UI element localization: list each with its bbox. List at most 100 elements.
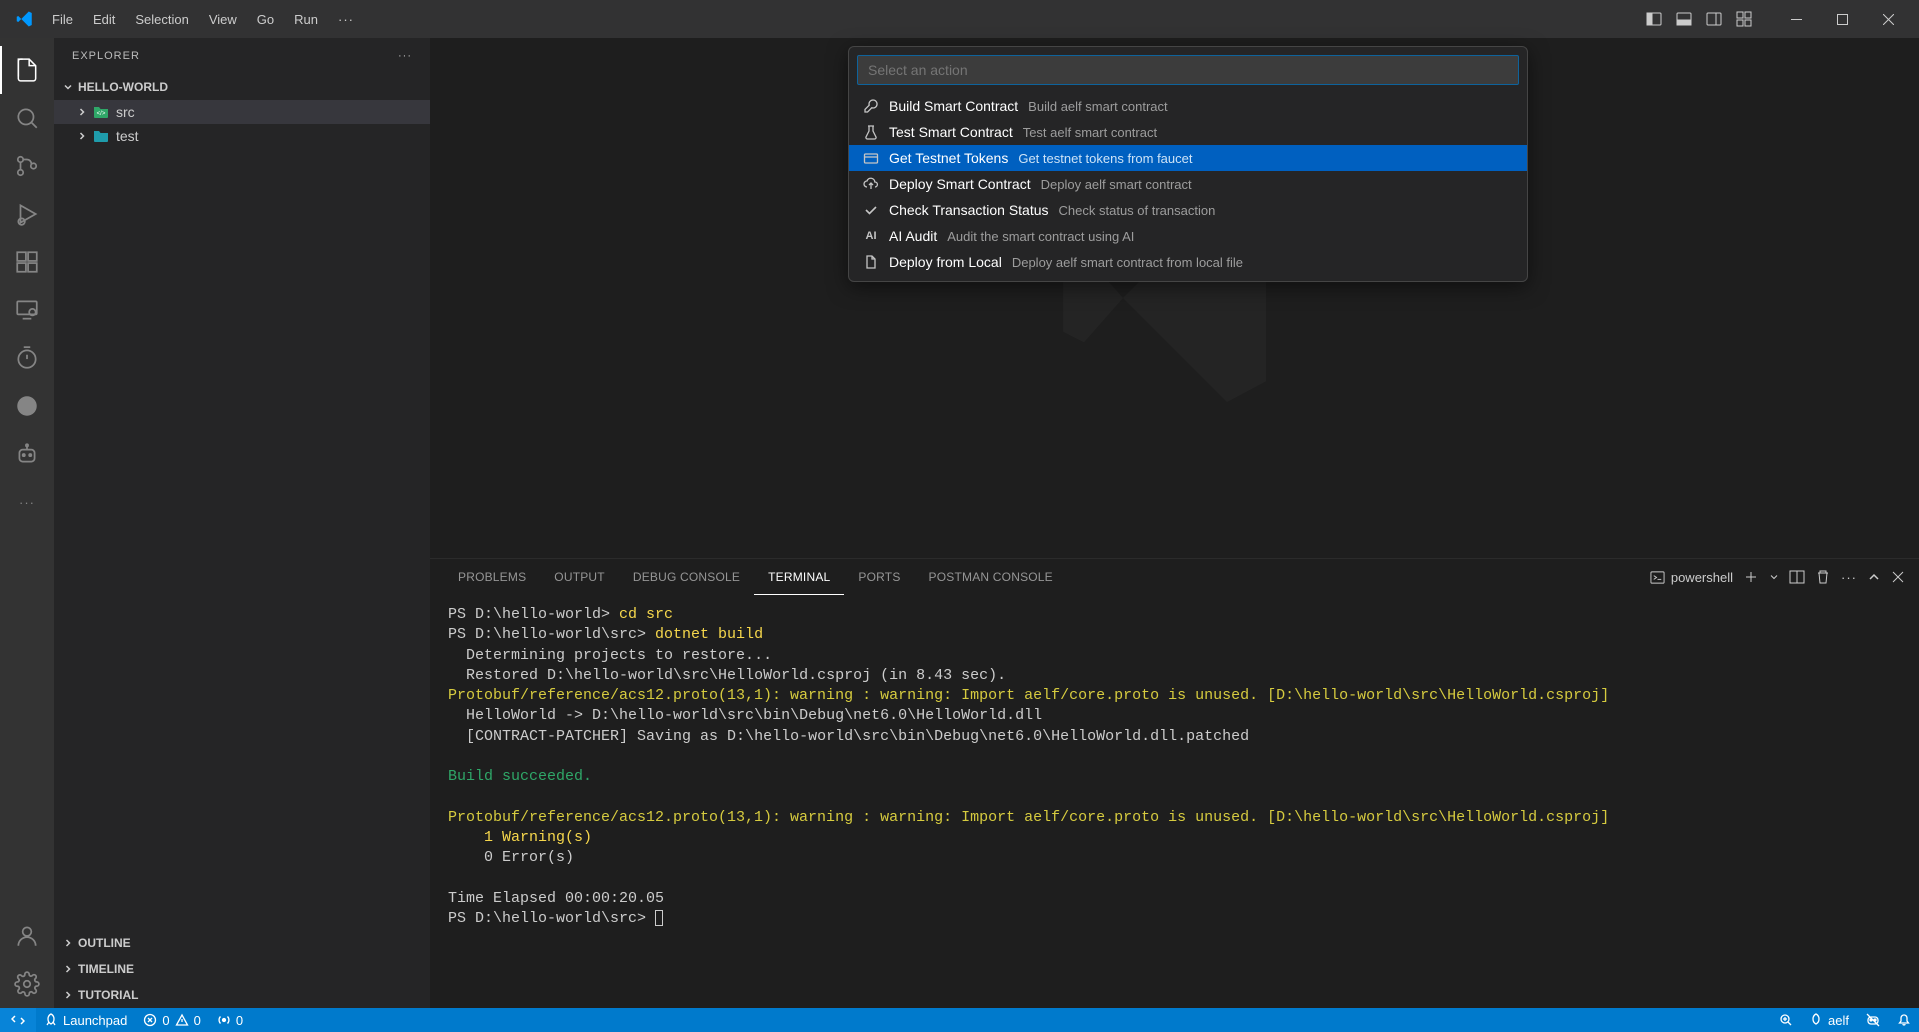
check-icon (863, 202, 879, 218)
chevron-right-icon (62, 937, 74, 949)
close-button[interactable] (1865, 0, 1911, 38)
menubar: File Edit Selection View Go Run ··· (42, 0, 364, 38)
activity-mask-icon[interactable] (0, 382, 54, 430)
terminal-more-icon[interactable]: ··· (1841, 570, 1857, 585)
panel: PROBLEMS OUTPUT DEBUG CONSOLE TERMINAL P… (430, 558, 1919, 1008)
editor-area: PROBLEMS OUTPUT DEBUG CONSOLE TERMINAL P… (430, 38, 1919, 1008)
activity-robot-icon[interactable] (0, 430, 54, 478)
tab-problems[interactable]: PROBLEMS (444, 559, 540, 595)
tree-item-src[interactable]: </> src (54, 100, 430, 124)
maximize-button[interactable] (1819, 0, 1865, 38)
cloud-upload-icon (863, 176, 879, 192)
error-icon (143, 1013, 157, 1027)
layout-panel-bottom-icon[interactable] (1671, 6, 1697, 32)
chevron-right-icon (62, 963, 74, 975)
rocket-icon (1809, 1013, 1823, 1027)
menu-run[interactable]: Run (284, 0, 328, 38)
activity-bar: ··· (0, 38, 54, 1008)
status-problems[interactable]: 0 0 (135, 1008, 208, 1032)
wrench-icon (863, 98, 879, 114)
folder-test-icon (92, 128, 110, 144)
status-notifications-icon[interactable] (1889, 1008, 1919, 1032)
status-launchpad[interactable]: Launchpad (36, 1008, 135, 1032)
panel-tabs: PROBLEMS OUTPUT DEBUG CONSOLE TERMINAL P… (430, 559, 1919, 595)
command-build-smart-contract[interactable]: Build Smart Contract Build aelf smart co… (849, 93, 1527, 119)
chevron-right-icon (76, 130, 88, 142)
activity-search-icon[interactable] (0, 94, 54, 142)
terminal-dropdown-icon[interactable] (1769, 572, 1779, 582)
beaker-icon (863, 124, 879, 140)
terminal-output[interactable]: PS D:\hello-world> cd src PS D:\hello-wo… (430, 595, 1919, 1008)
activity-accounts-icon[interactable] (0, 912, 54, 960)
ai-icon: AI (863, 228, 879, 244)
command-deploy-from-local[interactable]: Deploy from Local Deploy aelf smart cont… (849, 249, 1527, 275)
menu-view[interactable]: View (199, 0, 247, 38)
menu-edit[interactable]: Edit (83, 0, 125, 38)
antenna-icon (217, 1013, 231, 1027)
command-input[interactable] (857, 55, 1519, 85)
layout-sidebar-right-icon[interactable] (1701, 6, 1727, 32)
statusbar: Launchpad 0 0 0 aelf (0, 1008, 1919, 1032)
activity-run-debug-icon[interactable] (0, 190, 54, 238)
vscode-logo-icon (16, 10, 34, 28)
tab-postman-console[interactable]: POSTMAN CONSOLE (915, 559, 1067, 595)
terminal-cursor (655, 910, 663, 926)
menu-selection[interactable]: Selection (125, 0, 198, 38)
workspace-header[interactable]: HELLO-WORLD (54, 74, 430, 100)
menu-file[interactable]: File (42, 0, 83, 38)
terminal-split-icon[interactable] (1789, 569, 1805, 585)
tree-label: test (116, 128, 139, 144)
status-aelf[interactable]: aelf (1801, 1008, 1857, 1032)
terminal-shell-label[interactable]: powershell (1650, 570, 1733, 585)
explorer-sidebar: EXPLORER ··· HELLO-WORLD </> src test OU… (54, 38, 430, 1008)
credit-card-icon (863, 150, 879, 166)
folder-src-icon: </> (92, 104, 110, 120)
chevron-right-icon (62, 989, 74, 1001)
chevron-right-icon (76, 106, 88, 118)
minimize-button[interactable] (1773, 0, 1819, 38)
activity-remote-explorer-icon[interactable] (0, 286, 54, 334)
terminal-new-icon[interactable] (1743, 569, 1759, 585)
titlebar: File Edit Selection View Go Run ··· (0, 0, 1919, 38)
menu-go[interactable]: Go (247, 0, 284, 38)
menu-more-icon[interactable]: ··· (328, 0, 364, 38)
outline-section[interactable]: OUTLINE (54, 930, 430, 956)
tab-terminal[interactable]: TERMINAL (754, 559, 844, 595)
activity-more-icon[interactable]: ··· (0, 478, 54, 526)
activity-explorer-icon[interactable] (0, 46, 54, 94)
rocket-icon (44, 1013, 58, 1027)
layout-sidebar-left-icon[interactable] (1641, 6, 1667, 32)
status-zoom-icon[interactable] (1771, 1008, 1801, 1032)
tab-debug-console[interactable]: DEBUG CONSOLE (619, 559, 754, 595)
file-icon (863, 254, 879, 270)
svg-text:</>: </> (97, 111, 106, 117)
command-get-testnet-tokens[interactable]: Get Testnet Tokens Get testnet tokens fr… (849, 145, 1527, 171)
warning-icon (175, 1013, 189, 1027)
command-check-transaction-status[interactable]: Check Transaction Status Check status of… (849, 197, 1527, 223)
chevron-down-icon (62, 81, 74, 93)
activity-source-control-icon[interactable] (0, 142, 54, 190)
tree-item-test[interactable]: test (54, 124, 430, 148)
panel-maximize-icon[interactable] (1867, 570, 1881, 584)
command-test-smart-contract[interactable]: Test Smart Contract Test aelf smart cont… (849, 119, 1527, 145)
panel-close-icon[interactable] (1891, 570, 1905, 584)
sidebar-title: EXPLORER ··· (54, 38, 430, 74)
explorer-more-icon[interactable]: ··· (398, 50, 412, 62)
status-copilot-icon[interactable] (1857, 1008, 1889, 1032)
tab-output[interactable]: OUTPUT (540, 559, 619, 595)
activity-timer-icon[interactable] (0, 334, 54, 382)
activity-settings-gear-icon[interactable] (0, 960, 54, 1008)
terminal-icon (1650, 570, 1665, 585)
tree-label: src (116, 104, 135, 120)
timeline-section[interactable]: TIMELINE (54, 956, 430, 982)
tutorial-section[interactable]: TUTORIAL (54, 982, 430, 1008)
command-ai-audit[interactable]: AI AI Audit Audit the smart contract usi… (849, 223, 1527, 249)
status-ports[interactable]: 0 (209, 1008, 251, 1032)
command-deploy-smart-contract[interactable]: Deploy Smart Contract Deploy aelf smart … (849, 171, 1527, 197)
terminal-kill-icon[interactable] (1815, 569, 1831, 585)
tab-ports[interactable]: PORTS (844, 559, 914, 595)
command-palette: Build Smart Contract Build aelf smart co… (848, 46, 1528, 282)
remote-indicator-icon[interactable] (0, 1008, 36, 1032)
activity-extensions-icon[interactable] (0, 238, 54, 286)
customize-layout-icon[interactable] (1731, 6, 1757, 32)
